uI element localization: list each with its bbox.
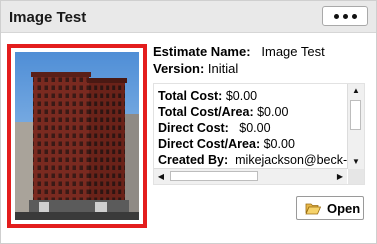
total-cost-area-value: $0.00 <box>257 105 289 119</box>
estimate-name-row: Estimate Name: Image Test <box>153 43 325 60</box>
created-by-value: mikejackson@beck-te <box>235 153 358 167</box>
direct-cost-area-row: Direct Cost/Area: $0.00 <box>158 136 358 152</box>
estimate-name-value: Image Test <box>261 44 325 59</box>
estimate-meta: Estimate Name: Image Test Version: Initi… <box>153 43 325 77</box>
total-cost-area-label: Total Cost/Area: <box>158 105 254 119</box>
direct-cost-value: $0.00 <box>239 121 271 135</box>
open-button[interactable]: Open <box>296 196 364 220</box>
total-cost-row: Total Cost: $0.00 <box>158 88 358 104</box>
more-options-button[interactable] <box>322 6 368 26</box>
open-button-label: Open <box>327 200 361 216</box>
direct-cost-area-value: $0.00 <box>263 137 295 151</box>
vertical-scrollbar[interactable]: ▲ ▼ <box>347 84 364 169</box>
scrollbar-corner <box>348 169 364 184</box>
more-dot <box>342 13 348 19</box>
total-cost-area-row: Total Cost/Area: $0.00 <box>158 104 358 120</box>
version-row: Version: Initial <box>153 60 325 77</box>
scroll-left-arrow-icon[interactable]: ◀ <box>154 169 168 184</box>
scroll-down-arrow-icon[interactable]: ▼ <box>348 155 364 169</box>
card-title: Image Test <box>9 9 87 26</box>
estimate-name-label: Estimate Name: <box>153 44 251 59</box>
estimate-thumbnail[interactable] <box>7 44 147 228</box>
version-label: Version: <box>153 61 205 76</box>
building-image <box>15 52 139 220</box>
total-cost-value: $0.00 <box>225 89 258 103</box>
direct-cost-row: Direct Cost: $0.00 <box>158 120 358 136</box>
vertical-scroll-thumb[interactable] <box>350 100 361 130</box>
total-cost-label: Total Cost: <box>158 89 223 103</box>
direct-cost-label: Direct Cost: <box>158 121 229 135</box>
card-header: Image Test <box>1 1 376 33</box>
version-value: Initial <box>207 61 239 76</box>
horizontal-scrollbar[interactable]: ◀ ▶ <box>154 168 347 184</box>
more-horizontal-icon <box>333 13 339 19</box>
cost-details-panel[interactable]: Total Cost: $0.00 Total Cost/Area: $0.00… <box>153 83 365 185</box>
horizontal-scroll-thumb[interactable] <box>170 171 258 181</box>
folder-open-icon <box>305 203 321 214</box>
scroll-up-arrow-icon[interactable]: ▲ <box>348 84 364 98</box>
created-by-label: Created By: <box>158 153 229 167</box>
more-dot <box>351 13 357 19</box>
estimate-card: Image Test Estimate Name: Image Test Ver… <box>0 0 377 244</box>
created-by-row: Created By: mikejackson@beck-te <box>158 152 358 168</box>
cost-details-list: Total Cost: $0.00 Total Cost/Area: $0.00… <box>158 88 358 168</box>
direct-cost-area-label: Direct Cost/Area: <box>158 137 261 151</box>
scroll-right-arrow-icon[interactable]: ▶ <box>333 169 347 184</box>
